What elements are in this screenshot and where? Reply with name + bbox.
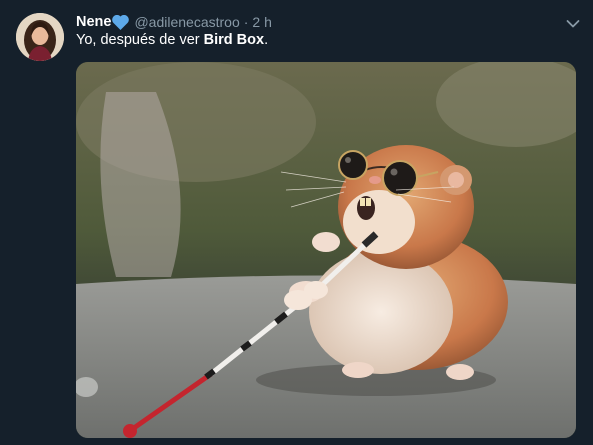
avatar[interactable]	[16, 13, 64, 61]
author-handle[interactable]: @adilenecastroo	[134, 14, 239, 30]
user-avatar-image	[16, 13, 64, 61]
tweet-text-prefix: Yo, después de ver	[76, 32, 204, 48]
tweet-text-suffix: .	[264, 32, 269, 48]
tweet-text-bold: Bird Box	[203, 32, 265, 48]
chevron-down-icon[interactable]	[566, 16, 580, 28]
tweet-media[interactable]	[76, 62, 576, 438]
tweet-card: Nene @adilenecastroo · 2 h Yo, después d…	[0, 0, 593, 445]
author-name[interactable]: Nene	[76, 14, 111, 30]
tweet-text: Yo, después de ver Bird Box.	[76, 32, 268, 48]
tweet-timestamp[interactable]: 2 h	[252, 14, 271, 30]
tweet-header: Nene @adilenecastroo · 2 h	[76, 12, 272, 32]
meta-separator: ·	[243, 14, 249, 30]
blue-heart-icon	[112, 14, 130, 30]
hamster-with-sunglasses-and-cane-photo	[76, 62, 576, 438]
